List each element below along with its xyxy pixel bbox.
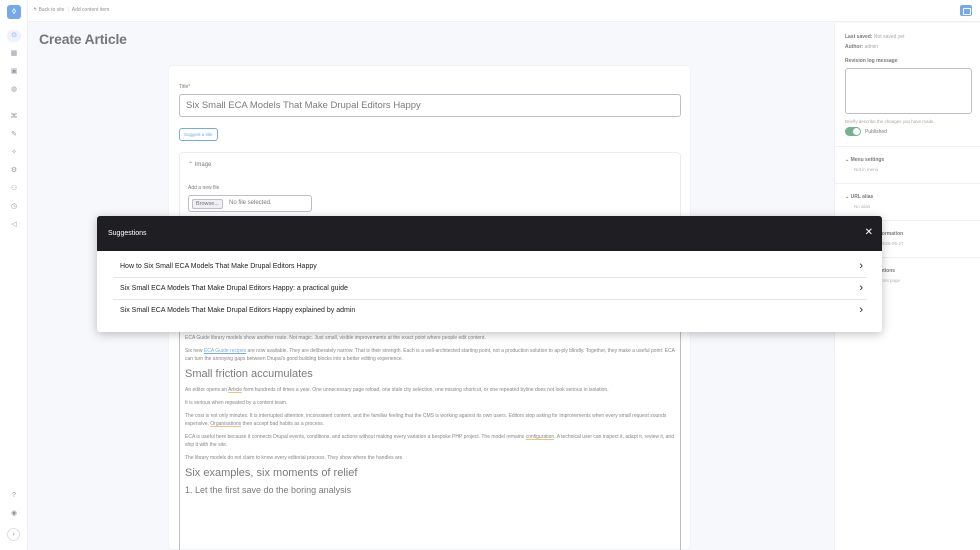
chevron-right-icon: › bbox=[859, 282, 863, 294]
dialog-title: Suggestions bbox=[108, 230, 147, 237]
suggestion-text: How to Six Small ECA Models That Make Dr… bbox=[120, 263, 317, 270]
dialog-header: Suggestions ✕ bbox=[97, 216, 882, 251]
suggestion-text: Six Small ECA Models That Make Drupal Ed… bbox=[120, 307, 356, 314]
suggestion-text: Six Small ECA Models That Make Drupal Ed… bbox=[120, 285, 348, 292]
close-icon[interactable]: ✕ bbox=[865, 227, 873, 239]
chevron-right-icon: › bbox=[859, 304, 863, 316]
suggestion-item[interactable]: Six Small ECA Models That Make Drupal Ed… bbox=[113, 278, 867, 300]
suggestion-item[interactable]: Six Small ECA Models That Make Drupal Ed… bbox=[113, 300, 867, 322]
suggestions-dialog: Suggestions ✕ How to Six Small ECA Model… bbox=[97, 216, 882, 332]
suggestion-item[interactable]: How to Six Small ECA Models That Make Dr… bbox=[113, 256, 867, 278]
chevron-right-icon: › bbox=[859, 260, 863, 272]
